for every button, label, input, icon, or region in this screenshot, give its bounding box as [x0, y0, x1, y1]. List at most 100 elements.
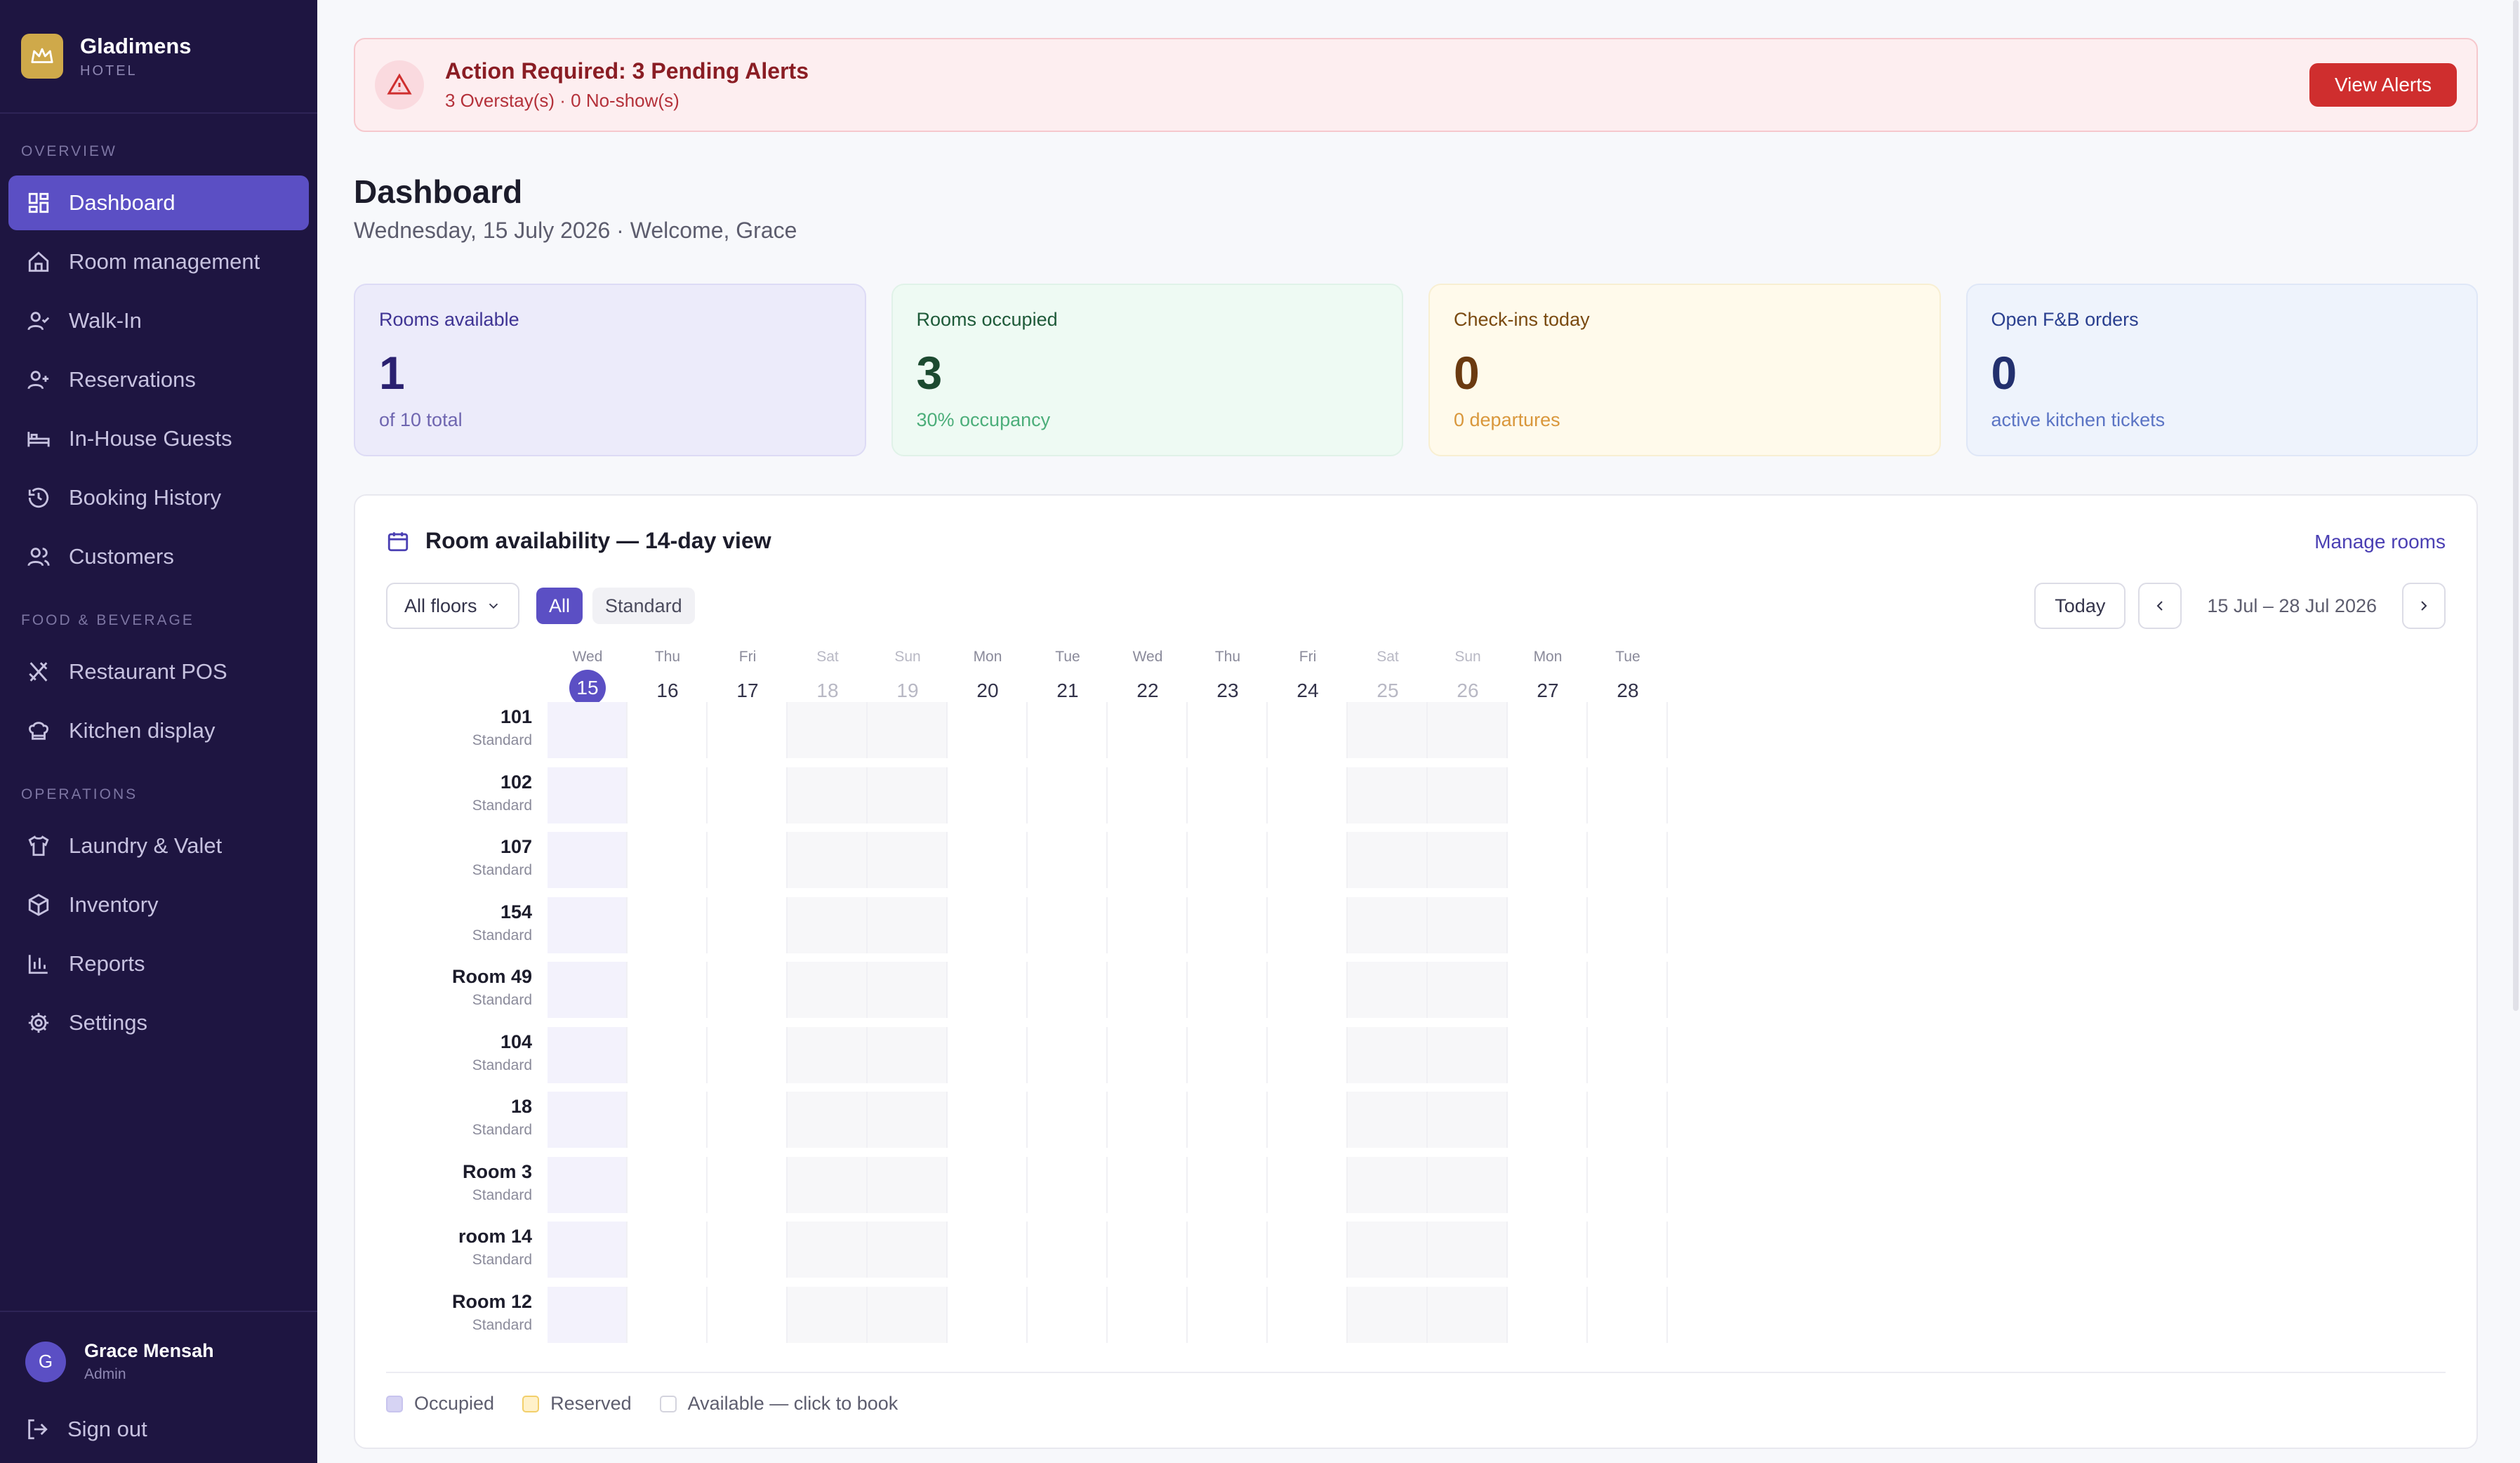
availability-cell[interactable] [708, 896, 788, 953]
availability-cell[interactable] [1028, 1222, 1108, 1278]
availability-cell[interactable] [788, 1026, 868, 1083]
availability-cell[interactable] [1108, 1222, 1188, 1278]
availability-cell[interactable] [868, 702, 948, 758]
sidebar-item-kitchen-display[interactable]: Kitchen display [8, 703, 309, 758]
availability-cell[interactable] [1588, 1222, 1668, 1278]
sidebar-item-booking-history[interactable]: Booking History [8, 470, 309, 525]
availability-cell[interactable] [628, 1026, 708, 1083]
availability-cell[interactable] [1028, 702, 1108, 758]
availability-cell[interactable] [1188, 1092, 1268, 1148]
availability-cell[interactable] [868, 1026, 948, 1083]
availability-cell[interactable] [1188, 1026, 1268, 1083]
availability-cell[interactable] [708, 832, 788, 888]
availability-cell[interactable] [1108, 1092, 1188, 1148]
availability-cell[interactable] [1188, 1286, 1268, 1343]
availability-cell[interactable] [548, 1222, 628, 1278]
floor-select[interactable]: All floors [386, 583, 519, 629]
availability-cell[interactable] [1108, 767, 1188, 823]
availability-cell[interactable] [948, 1222, 1028, 1278]
view-alerts-button[interactable]: View Alerts [2309, 63, 2457, 107]
availability-cell[interactable] [788, 896, 868, 953]
availability-cell[interactable] [1188, 767, 1268, 823]
availability-cell[interactable] [1348, 1026, 1428, 1083]
availability-cell[interactable] [548, 1286, 628, 1343]
availability-cell[interactable] [948, 1286, 1028, 1343]
availability-cell[interactable] [1028, 1156, 1108, 1213]
availability-cell[interactable] [1428, 767, 1508, 823]
next-range-button[interactable] [2402, 583, 2446, 629]
availability-cell[interactable] [1588, 1026, 1668, 1083]
availability-cell[interactable] [548, 702, 628, 758]
filter-chip-standard[interactable]: Standard [592, 588, 695, 624]
availability-cell[interactable] [1028, 767, 1108, 823]
availability-cell[interactable] [1428, 1286, 1508, 1343]
availability-cell[interactable] [1588, 767, 1668, 823]
sidebar-item-laundry-valet[interactable]: Laundry & Valet [8, 819, 309, 873]
availability-cell[interactable] [868, 832, 948, 888]
availability-cell[interactable] [548, 1156, 628, 1213]
availability-cell[interactable] [1268, 832, 1348, 888]
availability-cell[interactable] [788, 767, 868, 823]
sidebar-item-inventory[interactable]: Inventory [8, 878, 309, 932]
availability-cell[interactable] [1508, 1092, 1588, 1148]
availability-cell[interactable] [628, 1092, 708, 1148]
availability-cell[interactable] [1268, 1156, 1348, 1213]
today-button[interactable]: Today [2034, 583, 2126, 629]
availability-cell[interactable] [628, 962, 708, 1018]
availability-cell[interactable] [948, 1092, 1028, 1148]
availability-cell[interactable] [948, 1026, 1028, 1083]
availability-cell[interactable] [868, 1156, 948, 1213]
availability-cell[interactable] [1508, 1222, 1588, 1278]
availability-cell[interactable] [628, 832, 708, 888]
sidebar-item-walk-in[interactable]: Walk-In [8, 293, 309, 348]
availability-cell[interactable] [948, 832, 1028, 888]
availability-cell[interactable] [948, 962, 1028, 1018]
manage-rooms-link[interactable]: Manage rooms [2314, 531, 2446, 553]
availability-cell[interactable] [628, 896, 708, 953]
availability-cell[interactable] [868, 896, 948, 953]
availability-cell[interactable] [1028, 896, 1108, 953]
availability-cell[interactable] [1268, 1222, 1348, 1278]
availability-cell[interactable] [788, 832, 868, 888]
availability-cell[interactable] [1108, 702, 1188, 758]
availability-cell[interactable] [868, 767, 948, 823]
availability-cell[interactable] [1428, 1222, 1508, 1278]
user-profile[interactable]: G Grace Mensah Admin [25, 1340, 292, 1383]
availability-cell[interactable] [1188, 832, 1268, 888]
availability-cell[interactable] [708, 767, 788, 823]
availability-cell[interactable] [1348, 1222, 1428, 1278]
availability-cell[interactable] [868, 1286, 948, 1343]
availability-cell[interactable] [788, 1222, 868, 1278]
availability-cell[interactable] [1508, 1156, 1588, 1213]
availability-cell[interactable] [1348, 1092, 1428, 1148]
availability-cell[interactable] [1428, 832, 1508, 888]
availability-cell[interactable] [1348, 702, 1428, 758]
availability-cell[interactable] [948, 767, 1028, 823]
availability-cell[interactable] [868, 1222, 948, 1278]
availability-cell[interactable] [1188, 962, 1268, 1018]
availability-cell[interactable] [708, 1092, 788, 1148]
availability-cell[interactable] [1588, 1156, 1668, 1213]
availability-cell[interactable] [1268, 1286, 1348, 1343]
availability-cell[interactable] [1428, 1156, 1508, 1213]
availability-cell[interactable] [548, 896, 628, 953]
availability-cell[interactable] [708, 702, 788, 758]
availability-cell[interactable] [1428, 962, 1508, 1018]
availability-cell[interactable] [1188, 702, 1268, 758]
availability-cell[interactable] [548, 832, 628, 888]
page-scrollbar[interactable] [2513, 0, 2519, 1011]
availability-cell[interactable] [788, 1156, 868, 1213]
availability-cell[interactable] [708, 962, 788, 1018]
availability-cell[interactable] [1028, 962, 1108, 1018]
prev-range-button[interactable] [2138, 583, 2182, 629]
availability-cell[interactable] [1508, 962, 1588, 1018]
availability-cell[interactable] [708, 1286, 788, 1343]
availability-cell[interactable] [708, 1222, 788, 1278]
availability-cell[interactable] [1508, 702, 1588, 758]
sign-out-button[interactable]: Sign out [25, 1417, 292, 1442]
availability-cell[interactable] [1428, 1026, 1508, 1083]
availability-cell[interactable] [628, 1156, 708, 1213]
availability-cell[interactable] [628, 1222, 708, 1278]
availability-cell[interactable] [628, 1286, 708, 1343]
availability-cell[interactable] [1268, 767, 1348, 823]
